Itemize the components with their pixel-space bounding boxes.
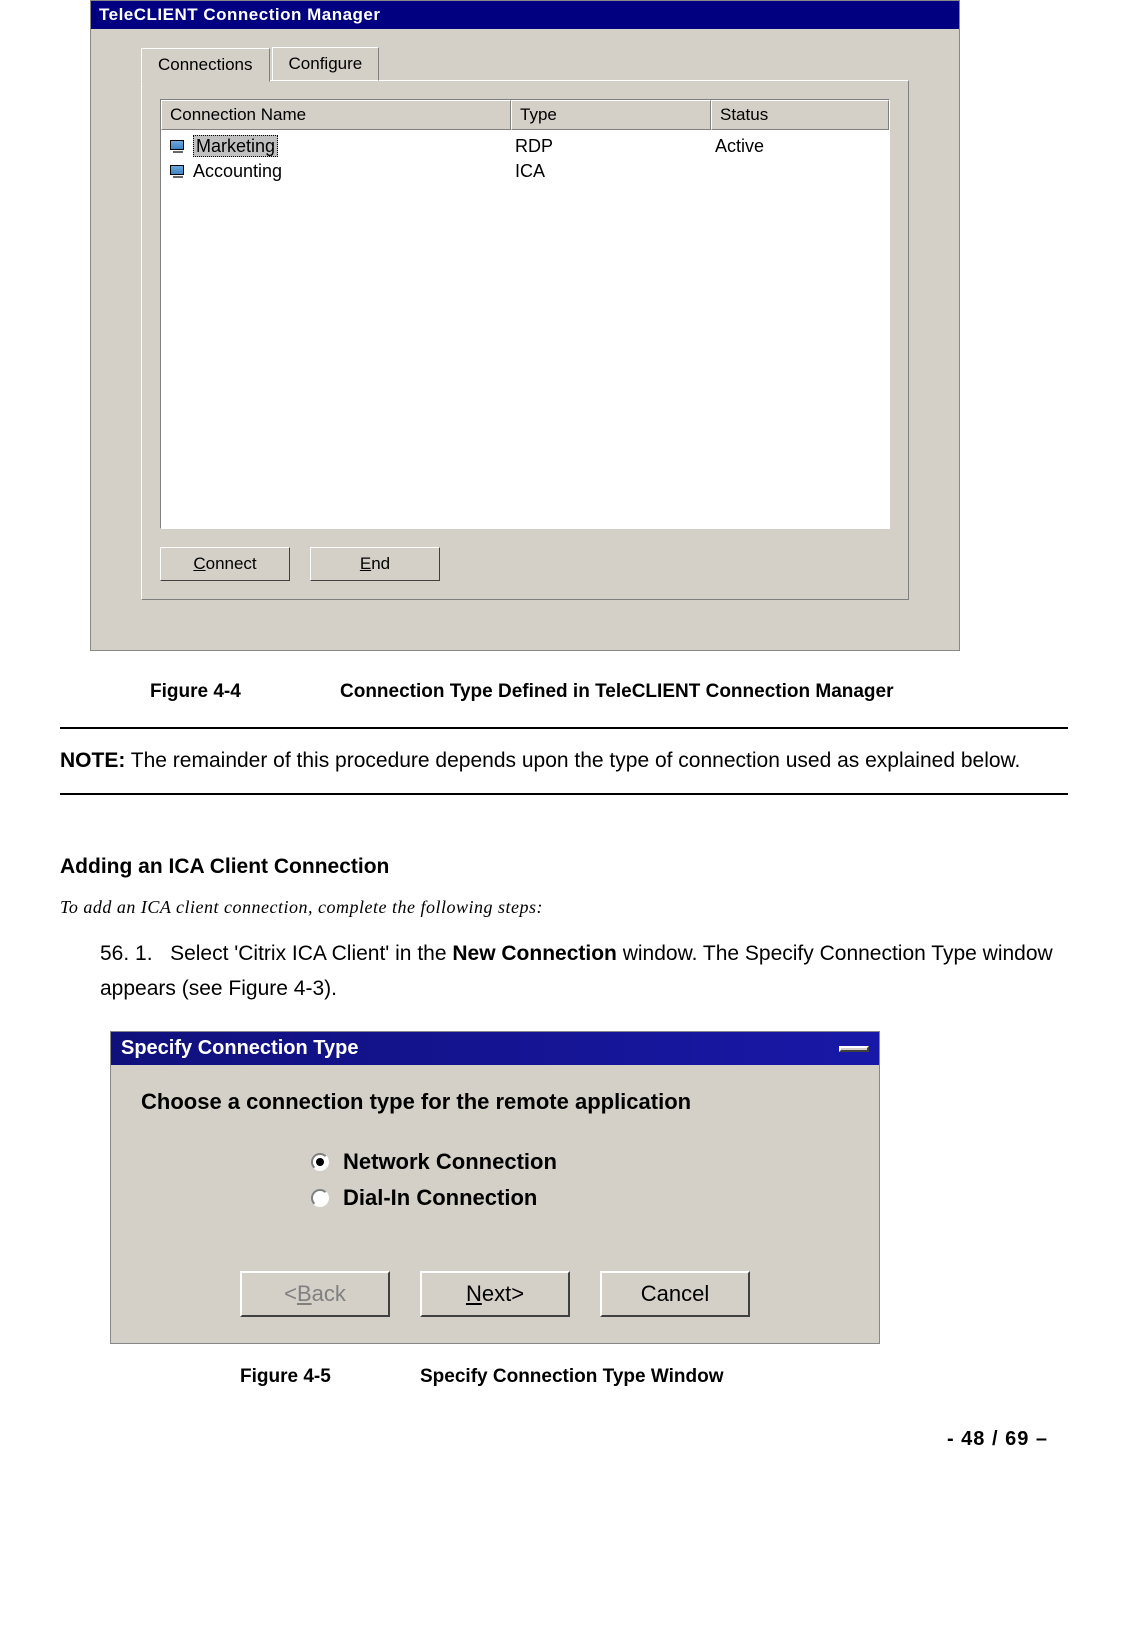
monitor-icon: [167, 140, 189, 154]
section-heading-ica: Adding an ICA Client Connection: [60, 855, 1068, 879]
intro-italic: To add an ICA client connection, complet…: [60, 897, 1068, 918]
specify-connection-type-window: Specify Connection Type Choose a connect…: [110, 1031, 880, 1344]
sct-titlebar: Specify Connection Type: [111, 1032, 879, 1065]
figure-4-5-caption: Figure 4-5Specify Connection Type Window: [240, 1366, 1068, 1388]
option-network-connection[interactable]: Network Connection: [311, 1149, 849, 1175]
list-headers: Connection Name Type Status: [161, 100, 889, 130]
divider: [60, 793, 1068, 795]
sct-options: Network Connection Dial-In Connection: [311, 1149, 849, 1211]
connection-list[interactable]: Connection Name Type Status Marketing RD…: [160, 99, 890, 529]
cm-tabs: Connections Configure: [141, 47, 909, 81]
minimize-icon[interactable]: [839, 1046, 869, 1052]
figure-4-4-caption: Figure 4-4Connection Type Defined in Tel…: [150, 681, 1068, 703]
row-type: ICA: [515, 161, 715, 182]
cm-tabcontent: Connection Name Type Status Marketing RD…: [141, 80, 909, 600]
row-type: RDP: [515, 136, 715, 157]
sct-heading: Choose a connection type for the remote …: [141, 1089, 849, 1115]
connect-button[interactable]: Connect: [160, 547, 290, 581]
cm-buttons: Connect End: [160, 547, 890, 581]
page-number: - 48 / 69 –: [60, 1428, 1068, 1451]
row-name: Marketing: [193, 135, 278, 157]
radio-selected-icon[interactable]: [311, 1153, 329, 1171]
header-status[interactable]: Status: [711, 100, 889, 130]
connection-row-marketing[interactable]: Marketing RDP Active: [161, 134, 889, 159]
note-paragraph: NOTE: The remainder of this procedure de…: [60, 743, 1068, 779]
divider: [60, 727, 1068, 729]
header-connection-name[interactable]: Connection Name: [161, 100, 511, 130]
sct-buttons: <Back Next> Cancel: [141, 1271, 849, 1317]
tab-configure[interactable]: Configure: [272, 47, 380, 81]
monitor-icon: [167, 165, 189, 179]
connection-manager-window: TeleCLIENT Connection Manager Connection…: [90, 0, 960, 651]
connection-row-accounting[interactable]: Accounting ICA: [161, 159, 889, 184]
radio-unselected-icon[interactable]: [311, 1189, 329, 1207]
header-type[interactable]: Type: [511, 100, 711, 130]
back-button: <Back: [240, 1271, 390, 1317]
cm-titlebar: TeleCLIENT Connection Manager: [91, 1, 959, 29]
row-status: Active: [715, 136, 883, 157]
row-name: Accounting: [193, 161, 282, 181]
step-56-1: 56. 1. Select 'Citrix ICA Client' in the…: [100, 936, 1068, 1007]
tab-connections[interactable]: Connections: [141, 48, 270, 82]
option-dialin-connection[interactable]: Dial-In Connection: [311, 1185, 849, 1211]
cancel-button[interactable]: Cancel: [600, 1271, 750, 1317]
next-button[interactable]: Next>: [420, 1271, 570, 1317]
end-button[interactable]: End: [310, 547, 440, 581]
